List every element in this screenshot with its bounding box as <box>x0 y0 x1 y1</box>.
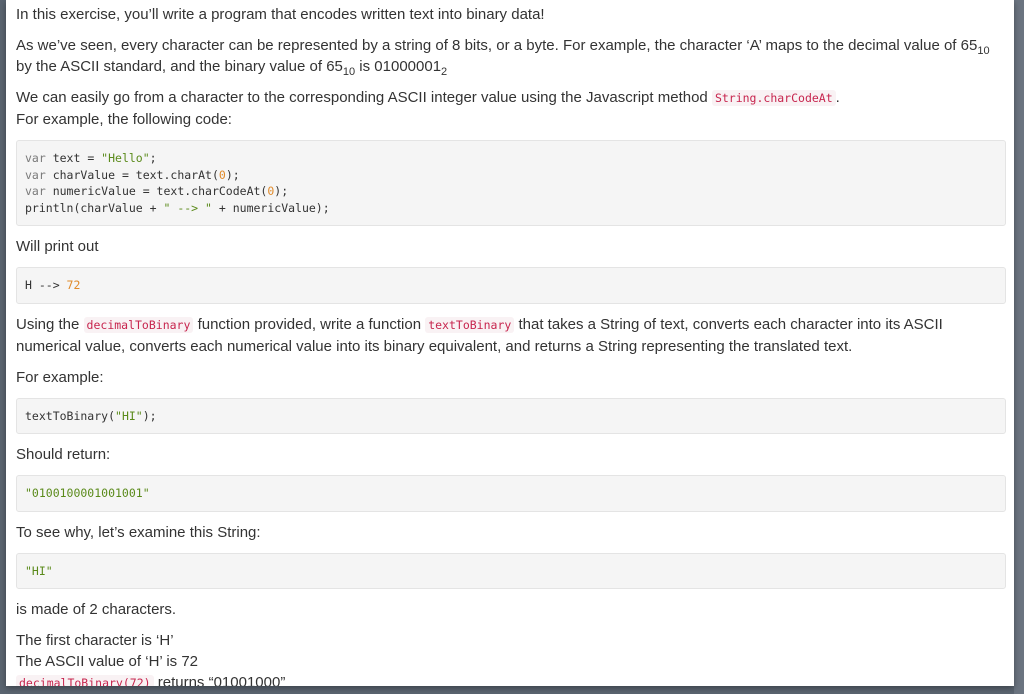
to-see-why-text: To see why, let’s examine this String: <box>16 523 261 541</box>
code-block-return[interactable]: "0100100001001001" <box>16 475 1006 512</box>
texttobinary-inline-code: textToBinary <box>425 316 515 333</box>
code-text: H --> <box>25 278 67 292</box>
intro-text: In this exercise, you’ll write a program… <box>16 6 545 23</box>
task-description: Using the decimalToBinary function provi… <box>16 314 1006 357</box>
string-literal: " --> " <box>163 200 212 215</box>
decimaltobinary-call-code: decimalToBinary(72) <box>16 675 154 686</box>
byte-text-3: is 01000001 <box>355 58 442 75</box>
base-subscript: 10 <box>977 45 990 57</box>
returns-text: returns “01001000” <box>153 674 286 686</box>
exercise-panel[interactable]: In this exercise, you’ll write a program… <box>6 0 1014 686</box>
byte-explanation: As we’ve seen, every character can be re… <box>16 35 1006 78</box>
byte-text-1: As we’ve seen, every character can be re… <box>16 37 978 54</box>
code-line: var charValue = text.charAt(0); <box>25 167 997 184</box>
code-text: ); <box>225 167 240 182</box>
should-return-label: Should return: <box>16 446 111 463</box>
base-subscript: 10 <box>342 66 356 78</box>
string-literal: "HI" <box>115 408 143 423</box>
string-literal: "HI" <box>25 563 53 578</box>
period: . <box>835 89 840 106</box>
number-literal: 72 <box>66 278 81 292</box>
for-example-label: For example: <box>16 368 104 386</box>
base-subscript: 2 <box>441 66 448 78</box>
code-line: var numericValue = text.charCodeAt(0); <box>25 183 997 200</box>
first-char-text: The first character is ‘H’ <box>16 632 174 649</box>
code-block-string[interactable]: "HI" <box>16 552 1006 589</box>
code-text: ); <box>274 184 289 198</box>
string-literal: "0100100001001001" <box>25 486 150 500</box>
decimaltobinary-inline-code: decimalToBinary <box>83 316 194 333</box>
byte-text-2: by the ASCII standard, and the binary va… <box>16 58 343 75</box>
code-block-example[interactable]: var text = "Hello"; var charValue = text.… <box>16 140 1006 226</box>
code-line: var text = "Hello"; <box>25 150 997 167</box>
will-print-text: Will print out <box>16 238 99 255</box>
code-text: ; <box>149 151 157 165</box>
code-text: text = <box>45 151 102 165</box>
code-block-output[interactable]: H --> 72 <box>16 267 1006 304</box>
keyword: var <box>25 184 46 198</box>
task-text-2: function provided, write a function <box>193 315 426 333</box>
keyword: var <box>25 167 46 182</box>
number-literal: 0 <box>218 167 226 182</box>
keyword: var <box>25 151 46 165</box>
code-text: textToBinary( <box>25 408 116 423</box>
code-text: numericValue = text.charCodeAt( <box>45 184 268 198</box>
task-text-1: Using the <box>16 315 84 333</box>
code-line: println(charValue + " --> " + numericVal… <box>25 200 997 217</box>
ascii-value-text: The ASCII value of ‘H’ is 72 <box>16 653 199 670</box>
made-of-text: is made of 2 characters. <box>16 601 177 618</box>
charcodeat-explanation: We can easily go from a character to the… <box>16 87 1006 130</box>
code-text: println(charValue + <box>25 200 164 215</box>
code-text: + numericValue); <box>211 200 330 215</box>
decimal-to-binary-result: decimalToBinary(72) returns “01001000” <box>16 672 1006 686</box>
charcodeat-text: We can easily go from a character to the… <box>16 89 712 106</box>
code-text: charValue = text.charAt( <box>45 167 219 182</box>
exercise-instructions: In this exercise, you’ll write a program… <box>6 0 1014 686</box>
code-block-call[interactable]: textToBinary("HI"); <box>16 397 1006 434</box>
string-literal: "Hello" <box>101 151 150 165</box>
for-example-text: For example, the following code: <box>16 111 232 128</box>
backdrop <box>1014 0 1024 694</box>
charcodeat-inline-code: String.charCodeAt <box>711 90 836 106</box>
code-text: ); <box>142 408 157 423</box>
